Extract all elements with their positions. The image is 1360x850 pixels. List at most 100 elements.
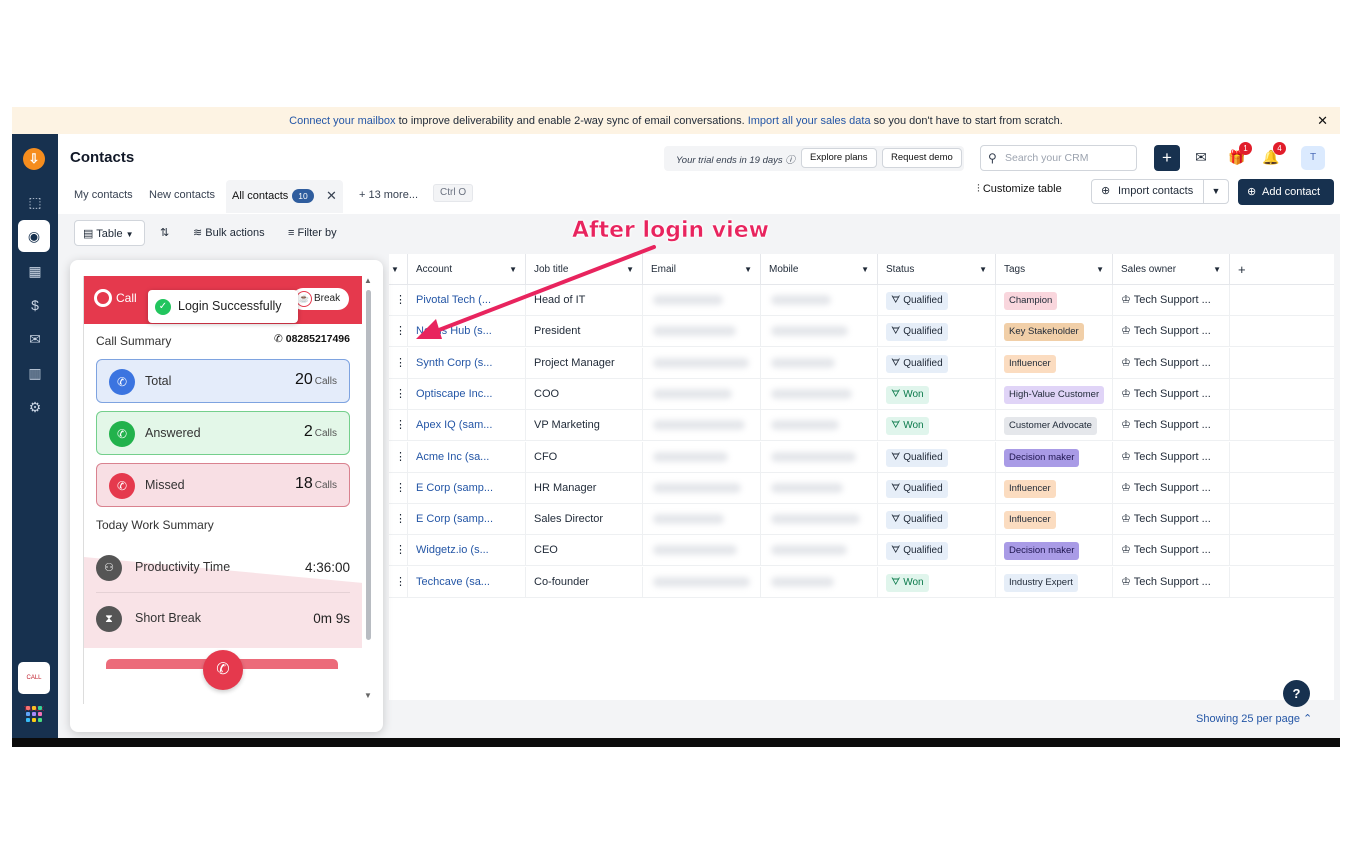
tags-cell[interactable]: Champion [996, 285, 1113, 316]
account-link[interactable]: Apex IQ (sam... [408, 410, 526, 442]
email-cell-redacted[interactable] [643, 441, 761, 473]
scroll-down-icon[interactable]: ▼ [364, 691, 372, 700]
email-cell-redacted[interactable] [643, 504, 761, 536]
table-row[interactable]: ⋮ Nexus Hub (s... President ᗊ Qualified Key … [389, 316, 1334, 348]
row-menu-icon[interactable]: ⋮ [389, 285, 408, 316]
account-link[interactable]: Pivotal Tech (... [408, 285, 526, 316]
table-row[interactable]: ⋮ E Corp (samp... Sales Director ᗊ Qualifie… [389, 504, 1334, 536]
tab-all-contacts[interactable]: All contacts 10 ✕ [226, 180, 343, 213]
revenue-icon[interactable]: $ [25, 295, 45, 315]
table-row[interactable]: ⋮ Apex IQ (sam... VP Marketing ᗊ Won Custome… [389, 410, 1334, 442]
explore-plans-button[interactable]: Explore plans [801, 148, 877, 168]
account-link[interactable]: E Corp (samp... [408, 504, 526, 536]
status-cell[interactable]: ᗊ Qualified [878, 441, 996, 473]
mobile-cell-redacted[interactable] [761, 441, 878, 473]
account-link[interactable]: Synth Corp (s... [408, 347, 526, 379]
mobile-cell-redacted[interactable] [761, 285, 878, 316]
reports-icon[interactable]: ▥ [25, 363, 45, 383]
row-menu-icon[interactable]: ⋮ [389, 535, 408, 567]
mobile-cell-redacted[interactable] [761, 504, 878, 536]
widget-scrollbar[interactable]: ▲ ▼ [364, 276, 374, 704]
tags-cell[interactable]: High-Value Customer [996, 378, 1113, 410]
mobile-cell-redacted[interactable] [761, 316, 878, 348]
row-menu-icon[interactable]: ⋮ [389, 566, 408, 598]
row-menu-icon[interactable]: ⋮ [389, 316, 408, 348]
apps-grid-icon[interactable] [26, 706, 42, 722]
table-row[interactable]: ⋮ Techcave (sa... Co-founder ᗊ Won Industry … [389, 566, 1334, 598]
email-cell-redacted[interactable] [643, 378, 761, 410]
account-link[interactable]: Acme Inc (sa... [408, 441, 526, 473]
sales-owner-cell[interactable]: ♔ Tech Support ... [1113, 472, 1230, 504]
row-menu-icon[interactable]: ⋮ [389, 410, 408, 442]
answered-calls-card[interactable]: ✆ Answered 2 Calls [96, 411, 350, 455]
status-cell[interactable]: ᗊ Qualified [878, 504, 996, 536]
more-views-link[interactable]: + 13 more... [359, 189, 418, 201]
tags-cell[interactable]: Influencer [996, 347, 1113, 379]
mobile-cell-redacted[interactable] [761, 378, 878, 410]
tags-cell[interactable]: Decision maker [996, 441, 1113, 473]
brand-logo-icon[interactable]: ⇩ [23, 148, 45, 170]
tags-cell[interactable]: Key Stakeholder [996, 316, 1113, 348]
account-link[interactable]: E Corp (samp... [408, 472, 526, 504]
banner-close-icon[interactable]: ✕ [1317, 113, 1328, 129]
view-table-dropdown[interactable]: ▤ Table ▼ [74, 220, 145, 246]
row-menu-icon[interactable]: ⋮ [389, 378, 408, 410]
mobile-cell-redacted[interactable] [761, 410, 878, 442]
tags-cell[interactable]: Industry Expert [996, 566, 1113, 598]
mobile-cell-redacted[interactable] [761, 535, 878, 567]
sales-owner-cell[interactable]: ♔ Tech Support ... [1113, 410, 1230, 442]
sales-owner-cell[interactable]: ♔ Tech Support ... [1113, 566, 1230, 598]
add-contact-button[interactable]: ⊕ Add contact [1238, 179, 1334, 205]
missed-calls-card[interactable]: ✆ Missed 18 Calls [96, 463, 350, 507]
column-header-mobile[interactable]: Mobile ▼ [761, 254, 878, 285]
connect-mailbox-link[interactable]: Connect your mailbox [289, 115, 395, 127]
status-cell[interactable]: ᗊ Won [878, 378, 996, 410]
scroll-up-icon[interactable]: ▲ [364, 276, 372, 285]
status-cell[interactable]: ᗊ Qualified [878, 347, 996, 379]
tab-new-contacts[interactable]: New contacts [149, 189, 215, 201]
break-button[interactable]: ☕ Break [292, 288, 349, 310]
row-menu-icon[interactable]: ⋮ [389, 347, 408, 379]
sales-owner-cell[interactable]: ♔ Tech Support ... [1113, 441, 1230, 473]
help-button[interactable]: ? [1283, 680, 1310, 707]
import-data-link[interactable]: Import all your sales data [748, 115, 871, 127]
row-menu-icon[interactable]: ⋮ [389, 504, 408, 536]
call-track-app-icon[interactable]: CALL TRACK [18, 662, 50, 713]
chevron-down-icon[interactable]: ▼ [1203, 180, 1228, 203]
contacts-icon[interactable]: ◉ [18, 220, 50, 252]
scroll-thumb[interactable] [366, 290, 371, 640]
sort-icon[interactable]: ⇅ [160, 220, 169, 246]
account-link[interactable]: Optiscape Inc... [408, 378, 526, 410]
column-header-sales-owner[interactable]: Sales owner ▼ [1113, 254, 1230, 285]
account-link[interactable]: Widgetz.io (s... [408, 535, 526, 567]
tags-cell[interactable]: Influencer [996, 504, 1113, 536]
email-cell-redacted[interactable] [643, 410, 761, 442]
search-input[interactable]: ⚲ Search your CRM [980, 145, 1137, 171]
settings-icon[interactable]: ⚙ [25, 397, 45, 417]
status-cell[interactable]: ᗊ Qualified [878, 285, 996, 316]
customize-table-button[interactable]: ⫶ Customize table [977, 183, 1062, 196]
filter-button[interactable]: ≡ Filter by [288, 220, 337, 246]
table-row[interactable]: ⋮ Acme Inc (sa... CFO ᗊ Qualified Decision m… [389, 441, 1334, 473]
sales-owner-cell[interactable]: ♔ Tech Support ... [1113, 535, 1230, 567]
avatar[interactable]: T [1301, 146, 1325, 170]
sales-owner-cell[interactable]: ♔ Tech Support ... [1113, 285, 1230, 316]
account-link[interactable]: Techcave (sa... [408, 566, 526, 598]
accounts-icon[interactable]: ▦ [25, 261, 45, 281]
email-cell-redacted[interactable] [643, 535, 761, 567]
tags-cell[interactable]: Decision maker [996, 535, 1113, 567]
email-icon[interactable]: ✉ [25, 329, 45, 349]
close-tab-icon[interactable]: ✕ [326, 188, 337, 204]
table-row[interactable]: ⋮ Pivotal Tech (... Head of IT ᗊ Qualified C… [389, 285, 1334, 316]
request-demo-button[interactable]: Request demo [882, 148, 962, 168]
account-link[interactable]: Nexus Hub (s... [408, 316, 526, 348]
gift-icon[interactable]: 🎁 1 [1226, 142, 1252, 168]
sales-owner-cell[interactable]: ♔ Tech Support ... [1113, 316, 1230, 348]
column-header-tags[interactable]: Tags ▼ [996, 254, 1113, 285]
dialpad-button[interactable]: ✆ [203, 650, 243, 690]
tab-my-contacts[interactable]: My contacts [74, 189, 133, 201]
table-row[interactable]: ⋮ Synth Corp (s... Project Manager ᗊ Qualif… [389, 347, 1334, 379]
sales-owner-cell[interactable]: ♔ Tech Support ... [1113, 378, 1230, 410]
total-calls-card[interactable]: ✆ Total 20 Calls [96, 359, 350, 403]
mobile-cell-redacted[interactable] [761, 472, 878, 504]
